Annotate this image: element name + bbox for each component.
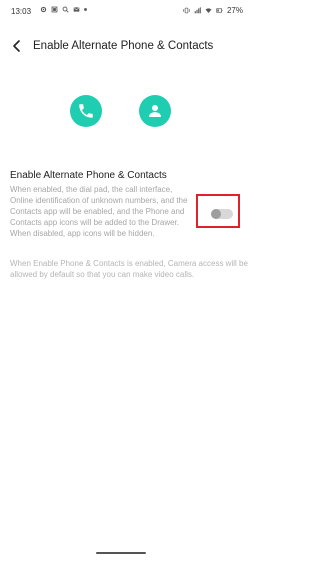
status-time: 13:03: [11, 7, 32, 16]
status-right-icons: 27%: [183, 6, 243, 15]
vibrate-icon: [183, 7, 190, 14]
battery-percent: 27%: [226, 6, 243, 15]
setting-title: Enable Alternate Phone & Contacts: [10, 170, 167, 181]
page-title: Enable Alternate Phone & Contacts: [33, 40, 214, 52]
status-bar: 13:03 27%: [0, 0, 255, 22]
battery-icon: [216, 7, 223, 14]
back-arrow-icon[interactable]: [9, 38, 25, 54]
phone-app-icon: [70, 95, 102, 127]
mail-icon: [73, 6, 80, 13]
notification-icon: [51, 6, 58, 13]
home-indicator[interactable]: [96, 552, 146, 554]
signal-icon: [194, 7, 201, 14]
phone-icon: [79, 104, 93, 118]
settings-gear-icon: [40, 6, 47, 13]
toggle-knob: [211, 209, 221, 219]
search-icon: [62, 6, 69, 13]
contact-person-icon: [149, 105, 161, 117]
status-left-icons: [40, 6, 87, 13]
setting-description: When enabled, the dial pad, the call int…: [10, 185, 188, 238]
header: Enable Alternate Phone & Contacts: [0, 34, 255, 60]
camera-access-note: When Enable Phone & Contacts is enabled,…: [10, 259, 248, 279]
wifi-icon: [205, 7, 212, 14]
enable-alternate-toggle[interactable]: [211, 209, 233, 219]
contacts-app-icon: [139, 95, 171, 127]
more-notifications-dot-icon: [84, 8, 87, 11]
